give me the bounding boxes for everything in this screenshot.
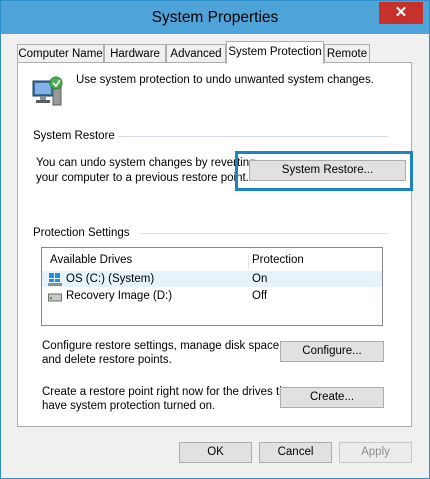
system-restore-divider bbox=[118, 136, 388, 137]
tab-computer-name[interactable]: Computer Name bbox=[17, 44, 104, 62]
tab-system-protection[interactable]: System Protection bbox=[226, 41, 324, 64]
drive-name: OS (C:) (System) bbox=[66, 273, 155, 285]
tab-hardware[interactable]: Hardware bbox=[104, 44, 166, 62]
system-properties-window: System Properties ✕ Computer Name Hardwa… bbox=[0, 0, 430, 479]
table-row[interactable]: OS (C:) (System) On bbox=[42, 271, 382, 287]
window-title: System Properties bbox=[151, 9, 279, 26]
system-restore-heading: System Restore bbox=[33, 130, 115, 142]
windows-drive-icon bbox=[48, 272, 62, 286]
column-available-drives[interactable]: Available Drives bbox=[50, 251, 132, 269]
cancel-button[interactable]: Cancel bbox=[259, 442, 332, 463]
tab-advanced[interactable]: Advanced bbox=[166, 44, 226, 62]
protection-settings-heading: Protection Settings bbox=[33, 227, 130, 239]
tab-remote[interactable]: Remote bbox=[324, 44, 370, 62]
create-button[interactable]: Create... bbox=[280, 387, 384, 408]
table-row[interactable]: Recovery Image (D:) Off bbox=[42, 288, 382, 304]
configure-button[interactable]: Configure... bbox=[280, 341, 384, 362]
column-protection[interactable]: Protection bbox=[252, 251, 304, 269]
title-bar[interactable]: System Properties ✕ bbox=[1, 1, 429, 34]
drive-protection-status: On bbox=[252, 273, 268, 285]
column-separator bbox=[248, 255, 249, 269]
system-restore-highlight bbox=[235, 151, 413, 191]
create-text-2: have system protection turned on. bbox=[42, 400, 216, 412]
close-button[interactable]: ✕ bbox=[379, 2, 423, 24]
protection-settings-divider bbox=[140, 233, 388, 234]
drive-icon bbox=[48, 291, 62, 302]
configure-text-2: and delete restore points. bbox=[42, 354, 172, 366]
intro-text: Use system protection to undo unwanted s… bbox=[76, 74, 374, 86]
system-restore-text-1: You can undo system changes by reverting bbox=[36, 157, 256, 169]
drives-list[interactable]: Available Drives Protection OS (C:) (Sys… bbox=[41, 247, 383, 326]
configure-text-1: Configure restore settings, manage disk … bbox=[42, 340, 283, 352]
drives-list-header: Available Drives Protection bbox=[42, 251, 382, 269]
close-icon: ✕ bbox=[394, 4, 408, 21]
system-restore-text-2: your computer to a previous restore poin… bbox=[36, 172, 249, 184]
drive-protection-status: Off bbox=[252, 290, 268, 302]
system-protection-panel: Use system protection to undo unwanted s… bbox=[17, 62, 412, 427]
drive-name: Recovery Image (D:) bbox=[66, 290, 173, 302]
tab-strip: Computer Name Hardware Advanced System P… bbox=[1, 41, 429, 64]
ok-button[interactable]: OK bbox=[179, 442, 252, 463]
apply-button[interactable]: Apply bbox=[339, 442, 412, 463]
create-text-1: Create a restore point right now for the… bbox=[42, 386, 296, 398]
computer-shield-icon bbox=[31, 75, 65, 109]
